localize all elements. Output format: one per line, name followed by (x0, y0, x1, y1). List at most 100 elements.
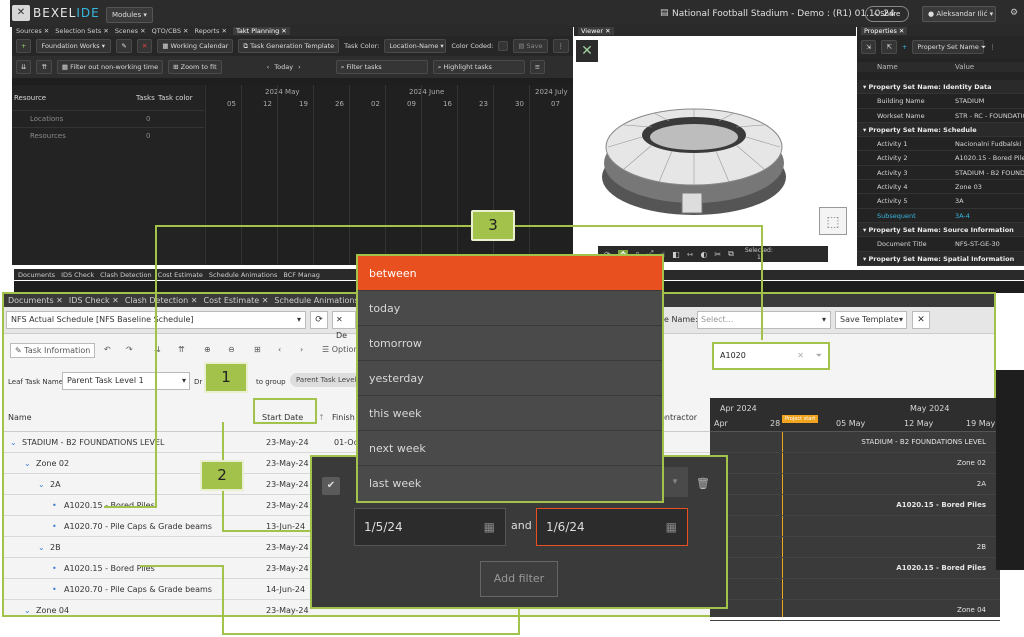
working-calendar-button[interactable]: ▦ Working Calendar (157, 39, 234, 53)
options-button[interactable]: ☰ Option (322, 345, 358, 354)
takt-save-button[interactable]: ▤ Save (513, 39, 548, 53)
back-tab[interactable]: IDS Check (61, 271, 94, 279)
more-icon[interactable]: ⋮ (552, 39, 569, 53)
resource-row[interactable]: Resources 0 (12, 127, 204, 142)
resource-row[interactable]: Locations 0 (12, 110, 204, 125)
tab-takt-planning[interactable]: Takt Planning ✕ (232, 26, 290, 35)
back-tab[interactable]: Clash Detection (100, 271, 151, 279)
zoom-to-fit-button[interactable]: ⊞ Zoom to fit (168, 60, 222, 74)
tab-ids-check[interactable]: IDS Check ✕ (69, 296, 119, 305)
group-chip[interactable]: Parent Task Level (290, 373, 363, 387)
measure-icon[interactable]: ⇿ (687, 250, 694, 259)
prev-icon[interactable]: ‹ (267, 63, 270, 71)
tab-reports[interactable]: Reports ✕ (195, 27, 227, 35)
gantt-row[interactable]: Zone 04 (710, 600, 1000, 621)
property-row[interactable]: Activity 5 3A (857, 194, 1024, 209)
expand-all-icon[interactable]: ⇈ (36, 60, 52, 74)
menu-item-today[interactable]: today (358, 291, 662, 326)
tab-schedule-animations[interactable]: Schedule Animations (274, 296, 358, 305)
view-cube-icon[interactable]: ⬚ (819, 207, 847, 235)
gantt-row[interactable]: A1020.15 - Bored Piles (710, 558, 1000, 579)
gantt-row[interactable] (710, 516, 1000, 537)
property-row[interactable]: Activity 1 Nacionalni Fudbalski St (857, 137, 1024, 152)
template-select[interactable]: Select... ▾ (697, 311, 831, 329)
chevron-down-icon[interactable]: ⌄ (24, 453, 31, 474)
filter-nonworking-button[interactable]: ▦ Filter out non-working time (56, 60, 164, 74)
tab-viewer[interactable]: Viewer ✕ (578, 26, 614, 35)
today-button[interactable]: Today (274, 63, 293, 71)
highlight-tasks-input[interactable]: ⌕ Highlight tasks (432, 60, 525, 74)
prev-period-icon[interactable]: ‹ (278, 345, 281, 354)
refresh-icon[interactable]: ⟳ (310, 311, 328, 329)
property-set-header[interactable]: ▾ Property Set Name: Source Information (857, 222, 1024, 238)
property-set-header[interactable]: ▾ Property Set Name: Spatial Information (857, 251, 1024, 266)
add-button[interactable]: + (16, 39, 32, 53)
gantt-row[interactable]: 2A (710, 474, 1000, 495)
dataset-dropdown[interactable]: Foundation Works ▾ (36, 39, 112, 53)
operator-dropdown-arrow[interactable]: ▾ (662, 467, 688, 497)
tab-selection-sets[interactable]: Selection Sets ✕ (55, 27, 109, 35)
next-period-icon[interactable]: › (300, 345, 303, 354)
tab-clash-detection[interactable]: Clash Detection ✕ (125, 296, 198, 305)
tab-scenes[interactable]: Scenes ✕ (115, 27, 146, 35)
leaf-task-dropdown[interactable]: Parent Task Level 1 ▾ (62, 372, 190, 390)
task-information-button[interactable]: ✎ Task Information (10, 343, 96, 358)
property-row[interactable]: Building Name STADIUM (857, 94, 1024, 109)
gantt-row[interactable]: STADIUM - B2 FOUNDATIONS LEVEL (710, 432, 1000, 453)
add-property-icon[interactable]: + (902, 43, 907, 51)
collapse-icon[interactable]: ⇱ (881, 40, 897, 54)
save-icon[interactable]: ▤ (660, 8, 669, 18)
filter-tasks-input[interactable]: ⌕ Filter tasks (335, 60, 428, 74)
tab-cost-estimate[interactable]: Cost Estimate ✕ (203, 296, 268, 305)
property-set-header[interactable]: ▾ Property Set Name: Schedule (857, 122, 1024, 138)
delete-schedule-button[interactable]: ✕ De (332, 311, 356, 340)
calendar-icon[interactable]: ▦ (484, 509, 495, 545)
color-coded-checkbox[interactable] (498, 41, 509, 51)
next-icon[interactable]: › (298, 63, 301, 71)
date-from-input[interactable]: 1/5/24 ▦ (354, 508, 506, 546)
gantt-filter-input[interactable]: A1020 ✕ ⏷ (712, 342, 830, 370)
gear-icon[interactable]: ⚙ (1010, 8, 1018, 18)
expand-icon[interactable]: ⇲ (861, 40, 877, 54)
cut-icon[interactable]: ✂ (714, 250, 721, 259)
gantt-row[interactable]: 2B (710, 537, 1000, 558)
back-tab[interactable]: Documents (18, 271, 55, 279)
col-name[interactable]: Name (8, 413, 32, 422)
clear-icon[interactable]: ✕ (797, 344, 804, 368)
add-filter-button[interactable]: Add filter (480, 561, 558, 597)
filter-checkbox[interactable]: ✔ (322, 477, 340, 495)
property-row[interactable]: Activity 3 STADIUM - B2 FOUNDA (857, 166, 1024, 181)
property-row[interactable]: Activity 2 A1020.15 - Bored Piles (857, 151, 1024, 166)
sort-icon[interactable]: ↑ (318, 413, 325, 422)
property-menu-icon[interactable]: ⋮ (989, 43, 996, 51)
grid-icon[interactable]: ⊞ (254, 345, 261, 354)
chevron-down-icon[interactable]: ⌄ (38, 537, 45, 558)
modules-dropdown[interactable]: Modules ▾ (106, 7, 153, 23)
property-row[interactable]: Activity 4 Zone 03 (857, 180, 1024, 195)
task-color-dropdown[interactable]: Location-Name ▾ (384, 39, 447, 53)
menu-item-yesterday[interactable]: yesterday (358, 361, 662, 396)
share-button[interactable]: ⤷ Share (865, 6, 910, 22)
hide-icon[interactable]: ◐ (700, 250, 707, 259)
menu-item-next-week[interactable]: next week (358, 431, 662, 466)
save-template-button[interactable]: Save Template ▾ (835, 311, 907, 329)
delete-icon[interactable]: ✕ (136, 39, 153, 53)
section-icon[interactable]: ◧ (672, 250, 680, 259)
close-icon[interactable]: ✕ (912, 311, 930, 329)
property-row[interactable]: Workset Name STR - RC - FOUNDATIO (857, 109, 1024, 123)
tab-documents[interactable]: Documents ✕ (8, 296, 63, 305)
calendar-icon[interactable]: ▦ (666, 509, 677, 545)
back-tab[interactable]: Schedule Animations (209, 271, 277, 279)
zoom-in-icon[interactable]: ⊕ (204, 345, 211, 354)
menu-item-between[interactable]: between (358, 256, 662, 291)
menu-item-last-week[interactable]: last week (358, 466, 662, 501)
menu-item-tomorrow[interactable]: tomorrow (358, 326, 662, 361)
trash-icon[interactable]: 🗑 (696, 477, 710, 490)
layers-icon[interactable]: ⧉ (728, 249, 734, 259)
property-row[interactable]: Subsequent 3A-4 (857, 209, 1024, 223)
redo-icon[interactable]: ↷ (126, 345, 133, 354)
back-tab[interactable]: Cost Estimate (158, 271, 203, 279)
task-generation-template-button[interactable]: ⧉ Task Generation Template (238, 39, 340, 53)
date-to-input[interactable]: 1/6/24 ▦ (536, 508, 688, 546)
back-tab[interactable]: BCF Manag (283, 271, 320, 279)
